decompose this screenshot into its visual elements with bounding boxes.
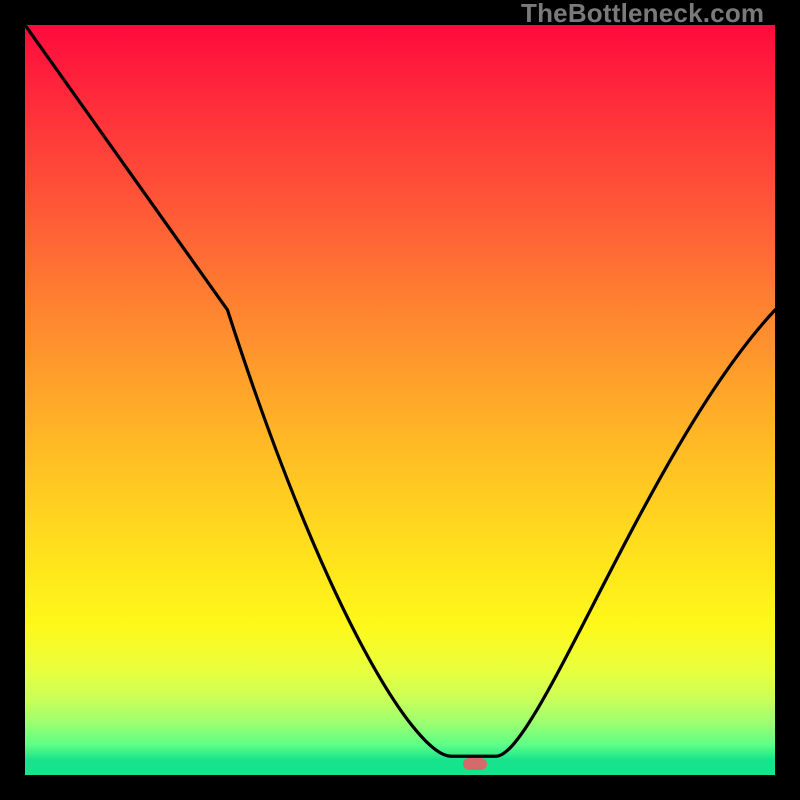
bottleneck-curve — [25, 25, 775, 756]
curve-layer — [25, 25, 775, 775]
watermark-text: TheBottleneck.com — [521, 0, 764, 29]
chart-frame: TheBottleneck.com — [0, 0, 800, 800]
plot-area — [25, 25, 775, 775]
minimum-marker — [463, 758, 487, 770]
